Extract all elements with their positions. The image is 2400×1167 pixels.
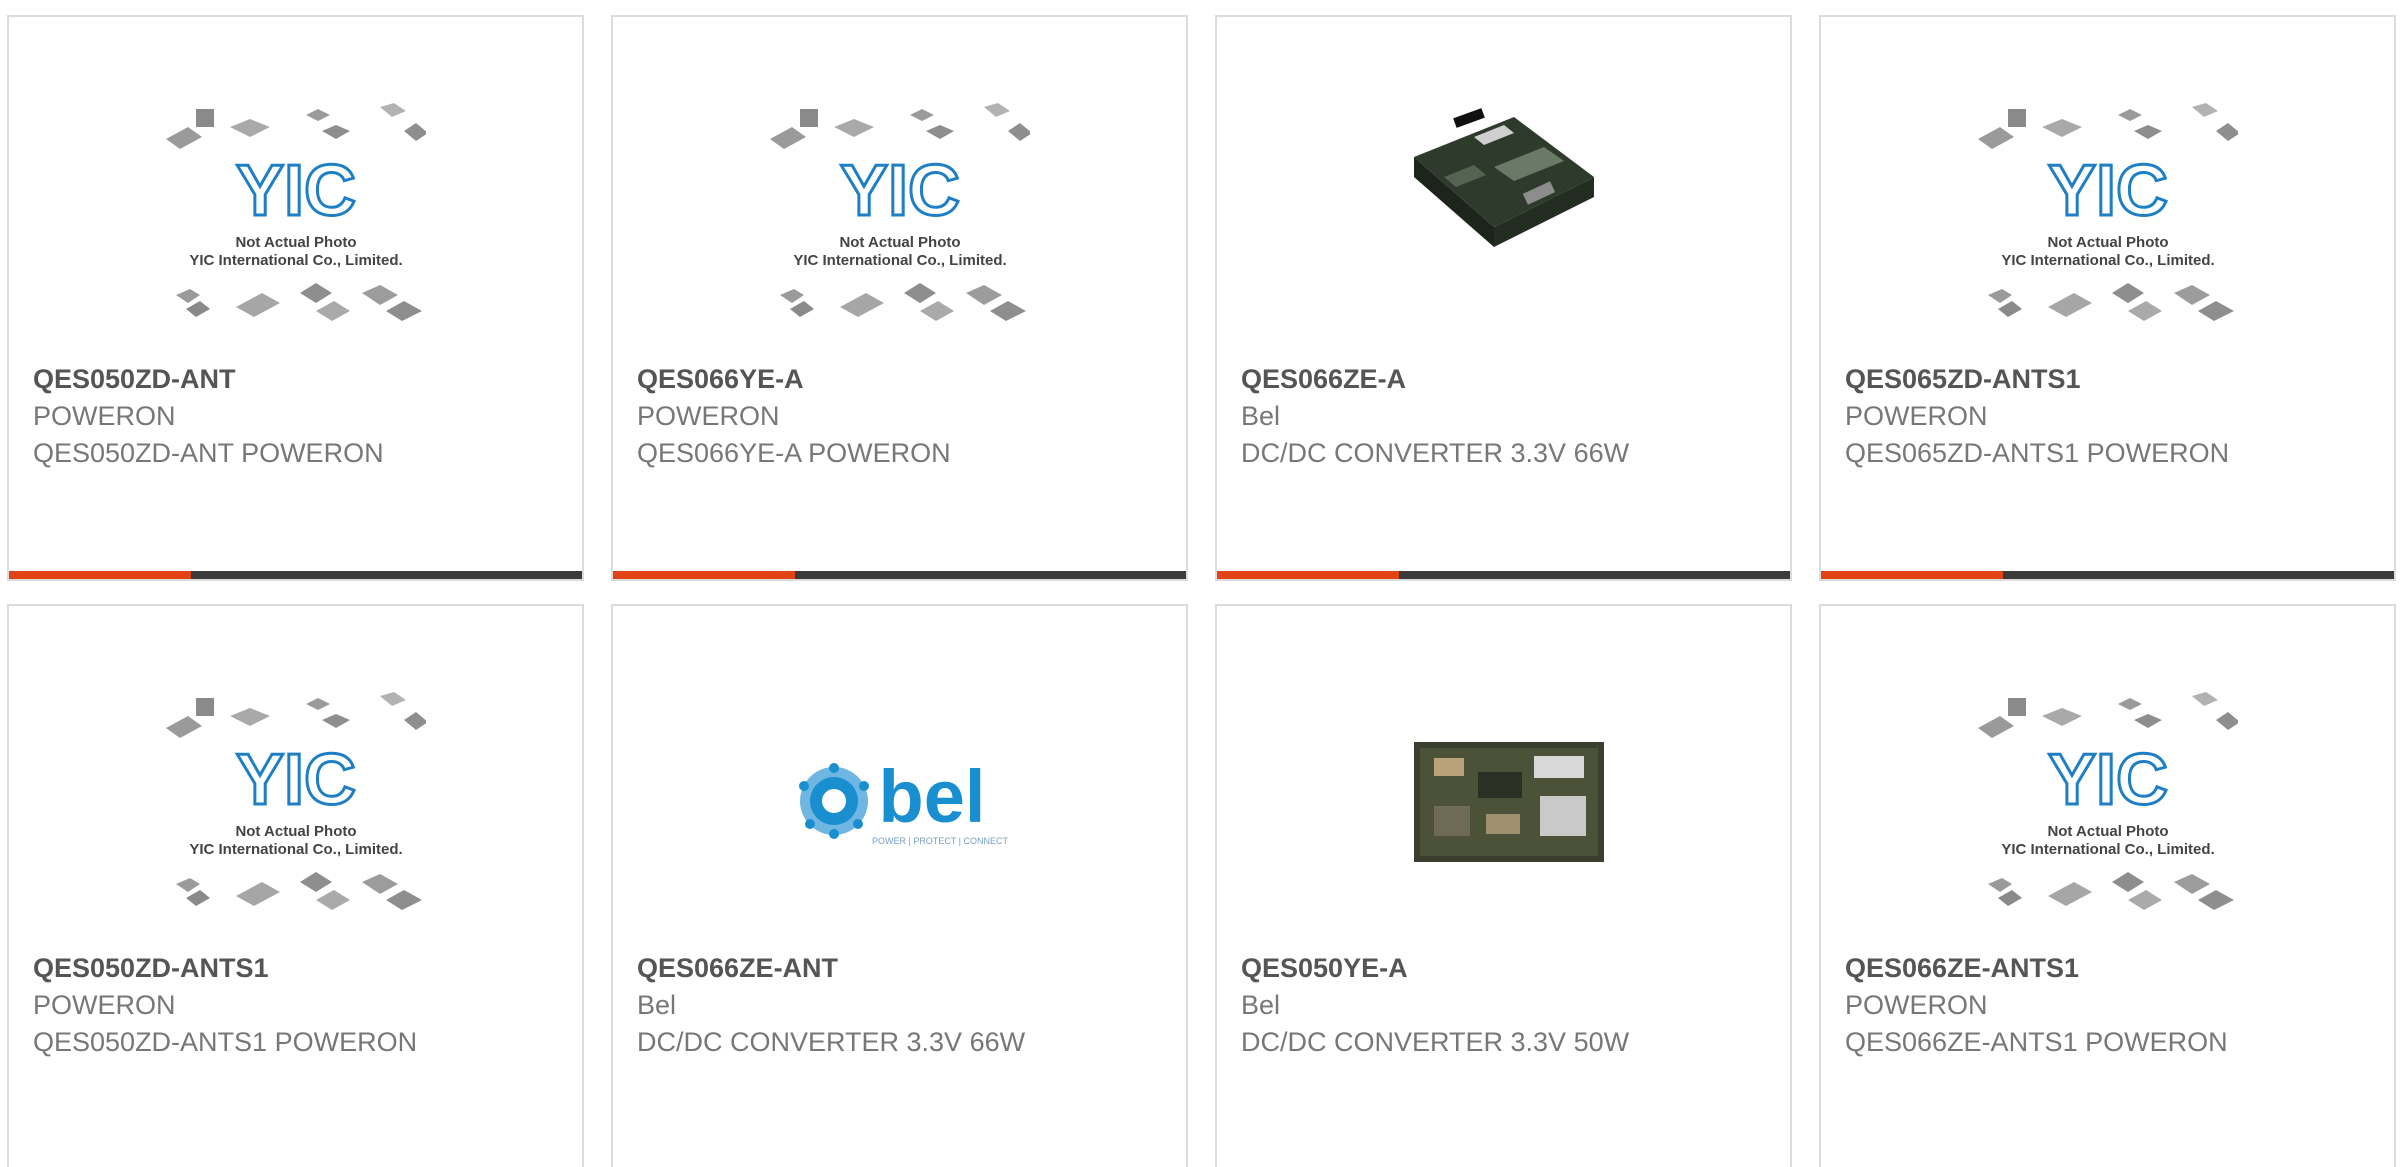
svg-text:Not Actual Photo: Not Actual Photo [235, 823, 356, 840]
product-grid: YIC Not Actual Photo YIC International C… [0, 0, 2400, 1167]
svg-text:YIC International Co., Limited: YIC International Co., Limited. [189, 252, 402, 269]
description: QES050ZD-ANTS1 POWERON [33, 1027, 418, 1057]
product-image[interactable]: YIC Not Actual Photo YIC International C… [9, 686, 582, 910]
part-number[interactable]: QES066ZE-ANTS1 [1845, 949, 2374, 987]
manufacturer: Bel [637, 990, 677, 1020]
product-card[interactable]: QES050YE-A Bel DC/DC CONVERTER 3.3V 50W [1215, 604, 1792, 1167]
manufacturer: POWERON [1845, 401, 1988, 431]
part-number[interactable]: QES066YE-A [637, 360, 1166, 398]
description: QES066YE-A POWERON [637, 438, 951, 468]
bel-logo-icon: bel POWER | PROTECT | CONNECT [798, 755, 1008, 846]
product-image[interactable] [1217, 686, 1790, 916]
product-image[interactable] [1217, 97, 1790, 317]
product-card[interactable]: QES066ZE-A Bel DC/DC CONVERTER 3.3V 66W [1215, 15, 1792, 581]
product-card[interactable]: YIC Not Actual Photo YIC International C… [7, 604, 584, 1167]
part-number[interactable]: QES050ZD-ANTS1 [33, 949, 562, 987]
description: QES065ZD-ANTS1 POWERON [1845, 438, 2230, 468]
product-card[interactable]: YIC Not Actual Photo YIC International C… [1819, 604, 2396, 1167]
product-image[interactable]: YIC Not Actual Photo YIC International C… [9, 97, 582, 321]
description: DC/DC CONVERTER 3.3V 66W [1241, 438, 1630, 468]
manufacturer: POWERON [33, 401, 176, 431]
svg-text:Not Actual Photo: Not Actual Photo [235, 234, 356, 251]
card-bottom-bar [613, 571, 1186, 579]
card-bottom-bar [1217, 571, 1790, 579]
pcb-module-photo-icon [1393, 97, 1614, 317]
placeholder-image-icon: YIC Not Actual Photo YIC International C… [769, 103, 1030, 321]
description: DC/DC CONVERTER 3.3V 66W [637, 1027, 1026, 1057]
product-image[interactable]: YIC Not Actual Photo YIC International C… [613, 97, 1186, 321]
product-image[interactable]: bel POWER | PROTECT | CONNECT [613, 686, 1186, 906]
svg-text:YIC International Co., Limited: YIC International Co., Limited. [2001, 841, 2214, 858]
svg-text:YIC: YIC [839, 151, 959, 231]
part-number[interactable]: QES050ZD-ANT [33, 360, 562, 398]
svg-text:bel: bel [878, 755, 985, 838]
manufacturer: Bel [1241, 401, 1281, 431]
product-image[interactable]: YIC Not Actual Photo YIC International C… [1821, 686, 2394, 910]
product-image[interactable]: YIC Not Actual Photo YIC International C… [1821, 97, 2394, 321]
svg-text:YIC: YIC [2047, 151, 2167, 231]
placeholder-image-icon: YIC Not Actual Photo YIC International C… [165, 692, 426, 910]
part-number[interactable]: QES050YE-A [1241, 949, 1770, 987]
svg-text:Not Actual Photo: Not Actual Photo [839, 234, 960, 251]
svg-text:YIC International Co., Limited: YIC International Co., Limited. [793, 252, 1006, 269]
part-number[interactable]: QES066ZE-A [1241, 360, 1770, 398]
svg-text:POWER | PROTECT | CONNECT: POWER | PROTECT | CONNECT [871, 836, 1008, 846]
pcb-board-photo-icon [1393, 686, 1614, 916]
product-card[interactable]: YIC Not Actual Photo YIC International C… [7, 15, 584, 581]
svg-text:Not Actual Photo: Not Actual Photo [2047, 823, 2168, 840]
svg-text:YIC International Co., Limited: YIC International Co., Limited. [2001, 252, 2214, 269]
description: DC/DC CONVERTER 3.3V 50W [1241, 1027, 1630, 1057]
svg-text:YIC: YIC [235, 740, 355, 820]
description: QES050ZD-ANT POWERON [33, 438, 384, 468]
product-card[interactable]: YIC Not Actual Photo YIC International C… [1819, 15, 2396, 581]
part-number[interactable]: QES065ZD-ANTS1 [1845, 360, 2374, 398]
product-card[interactable]: YIC Not Actual Photo YIC International C… [611, 15, 1188, 581]
placeholder-image-icon: YIC Not Actual Photo YIC International C… [1977, 692, 2238, 910]
placeholder-image-icon: YIC Not Actual Photo YIC International C… [1977, 103, 2238, 321]
description: QES066ZE-ANTS1 POWERON [1845, 1027, 2228, 1057]
manufacturer: POWERON [1845, 990, 1988, 1020]
card-bottom-bar [1821, 571, 2394, 579]
svg-text:YIC: YIC [2047, 740, 2167, 820]
product-card[interactable]: bel POWER | PROTECT | CONNECT QES066ZE-A… [611, 604, 1188, 1167]
manufacturer: POWERON [637, 401, 780, 431]
placeholder-image-icon: YIC Not Actual Photo YIC International C… [165, 103, 426, 321]
svg-text:YIC International Co., Limited: YIC International Co., Limited. [189, 841, 402, 858]
svg-text:Not Actual Photo: Not Actual Photo [2047, 234, 2168, 251]
part-number[interactable]: QES066ZE-ANT [637, 949, 1166, 987]
manufacturer: Bel [1241, 990, 1281, 1020]
svg-text:YIC: YIC [235, 151, 355, 231]
card-bottom-bar [9, 571, 582, 579]
manufacturer: POWERON [33, 990, 176, 1020]
